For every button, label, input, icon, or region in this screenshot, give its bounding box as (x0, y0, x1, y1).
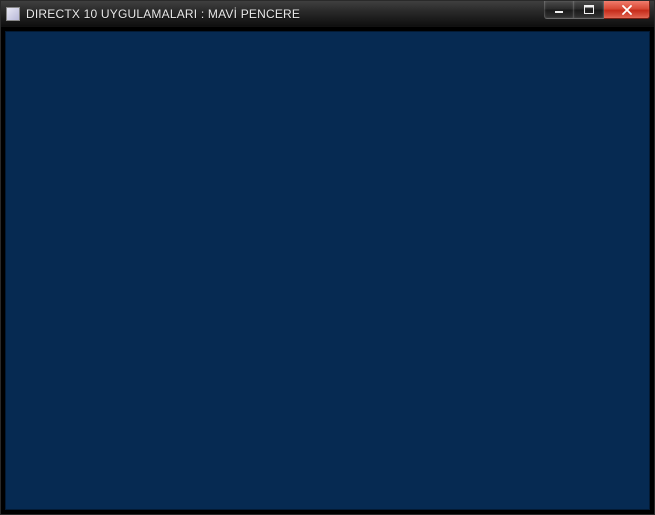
application-window: DIRECTX 10 UYGULAMALARI : MAVİ PENCERE (0, 0, 655, 515)
maximize-icon (584, 5, 594, 14)
window-controls (544, 1, 650, 19)
app-icon (6, 7, 20, 21)
maximize-button[interactable] (574, 1, 604, 19)
client-area (5, 31, 650, 510)
close-icon (621, 5, 633, 15)
close-button[interactable] (604, 1, 650, 19)
titlebar[interactable]: DIRECTX 10 UYGULAMALARI : MAVİ PENCERE (1, 1, 654, 27)
minimize-button[interactable] (544, 1, 574, 19)
minimize-icon (554, 6, 564, 14)
window-title: DIRECTX 10 UYGULAMALARI : MAVİ PENCERE (26, 7, 300, 21)
